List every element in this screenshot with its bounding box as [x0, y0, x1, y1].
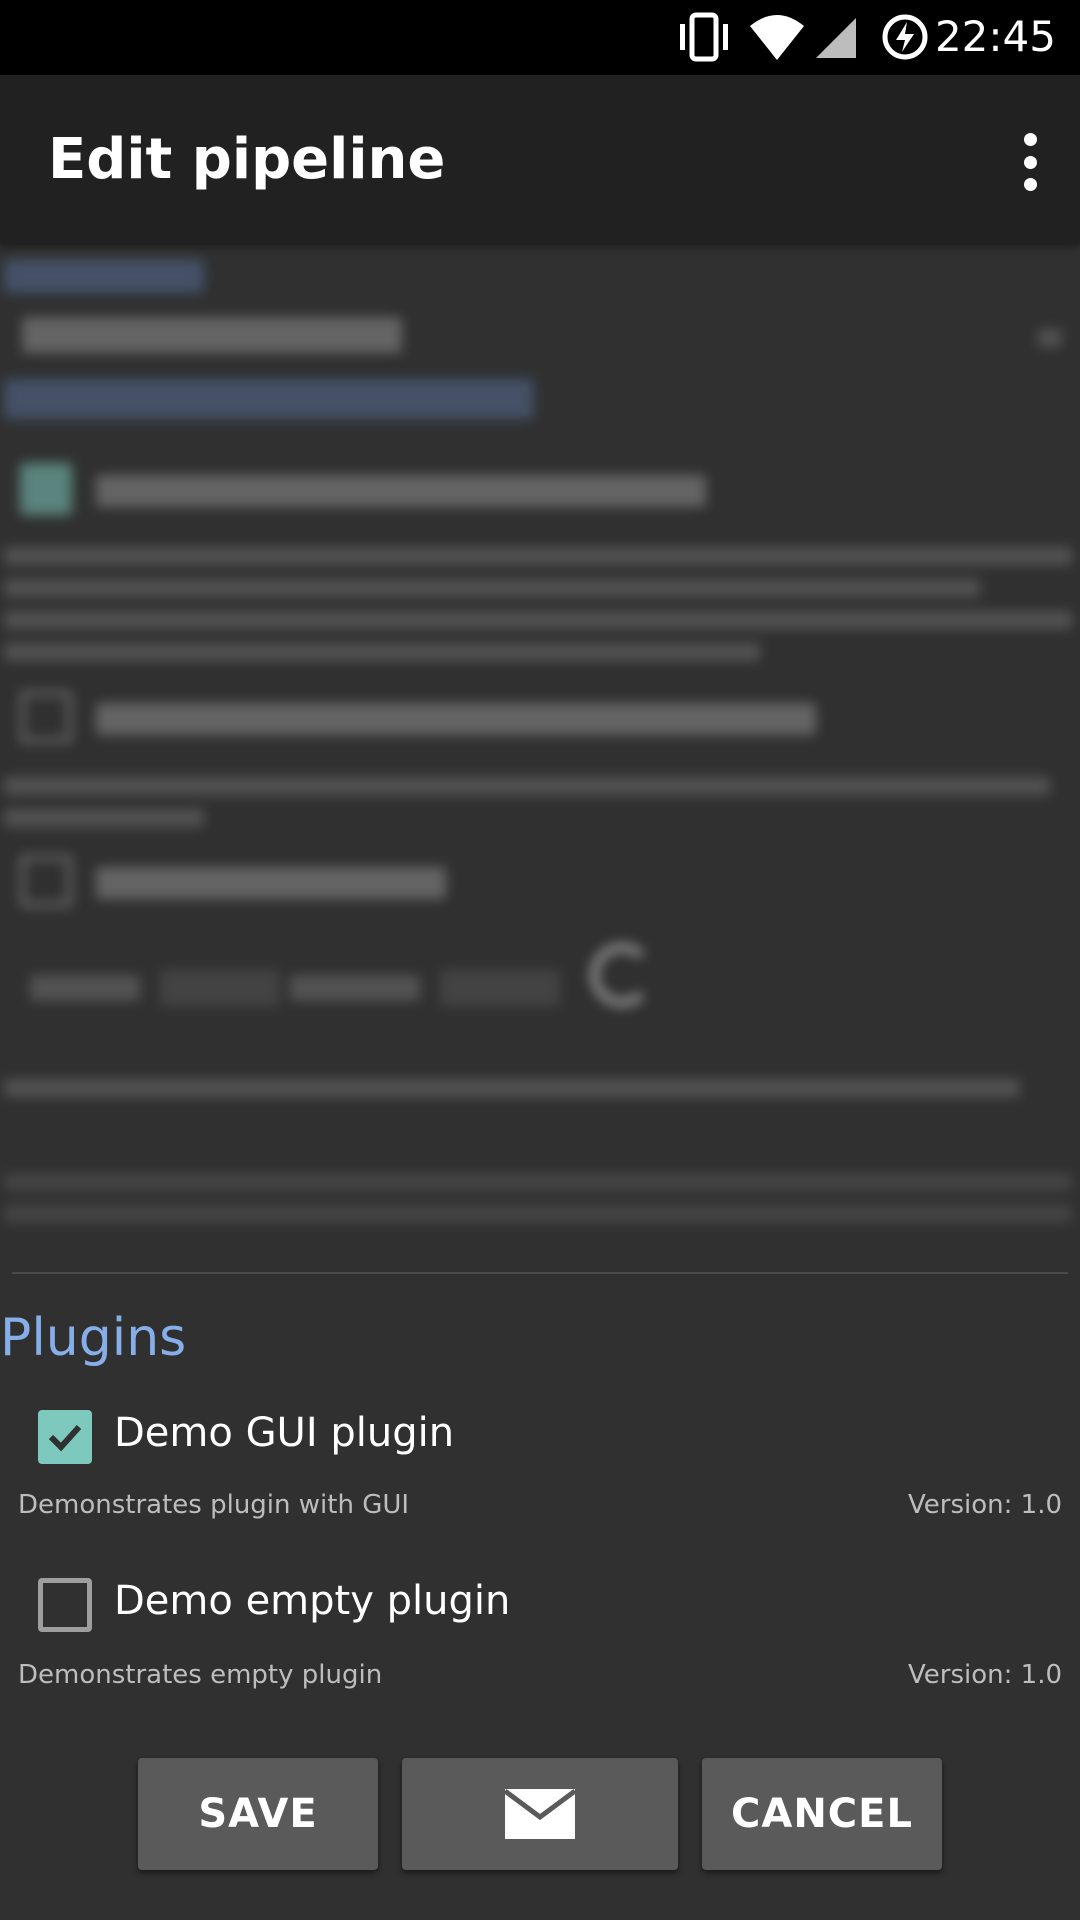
blurred-snippet-select	[22, 317, 402, 353]
blurred-text	[290, 975, 420, 1001]
blurred-label	[96, 703, 816, 735]
plugin-description: Demonstrates empty plugin	[18, 1660, 383, 1690]
blurred-heading	[4, 259, 204, 293]
plugin-version: Version: 1.0	[908, 1490, 1062, 1520]
blurred-text	[4, 643, 760, 661]
obscured-content: ​	[0, 243, 1080, 1233]
plugin-description: Demonstrates plugin with GUI	[18, 1490, 410, 1520]
status-bar: 22:45	[0, 0, 1080, 75]
app-bar: Edit pipeline	[0, 75, 1080, 243]
signal-icon	[816, 18, 856, 58]
blurred-dropdown-arrow	[1038, 329, 1062, 347]
overflow-menu-icon[interactable]	[1010, 127, 1050, 197]
divider	[12, 1272, 1068, 1274]
plugin-checkbox[interactable]	[38, 1578, 92, 1632]
blurred-text	[4, 1205, 1072, 1223]
wifi-icon	[750, 15, 804, 60]
plugin-checkbox[interactable]	[38, 1410, 92, 1464]
blurred-checkbox	[20, 691, 72, 743]
vibrate-icon	[680, 12, 728, 62]
plugins-section-title: Plugins	[0, 1308, 187, 1368]
blurred-label	[96, 867, 446, 899]
blurred-text	[4, 809, 204, 827]
blurred-text	[4, 547, 1072, 565]
blurred-text	[4, 579, 980, 597]
save-button[interactable]: SAVE	[138, 1758, 378, 1870]
blurred-field	[440, 969, 560, 1007]
blurred-text	[4, 1079, 1020, 1097]
check-icon	[48, 1424, 82, 1452]
blurred-text	[4, 777, 1050, 795]
plugin-name: Demo GUI plugin	[114, 1410, 455, 1456]
blurred-text	[4, 1173, 1072, 1191]
blurred-text	[30, 975, 140, 1001]
blurred-text	[4, 611, 1072, 629]
mail-icon	[505, 1789, 575, 1839]
blurred-refresh-icon	[590, 943, 654, 1007]
blurred-checkbox	[20, 855, 72, 907]
cancel-button[interactable]: CANCEL	[702, 1758, 942, 1870]
blurred-label	[96, 475, 706, 507]
plugin-name: Demo empty plugin	[114, 1578, 511, 1624]
page-title: Edit pipeline	[48, 127, 446, 192]
mail-button[interactable]	[402, 1758, 678, 1870]
plugin-version: Version: 1.0	[908, 1660, 1062, 1690]
battery-saver-icon	[882, 14, 928, 60]
blurred-field	[160, 969, 280, 1007]
blurred-heading	[4, 379, 534, 419]
status-time: 22:45	[934, 12, 1056, 61]
blurred-checkbox	[20, 463, 72, 515]
